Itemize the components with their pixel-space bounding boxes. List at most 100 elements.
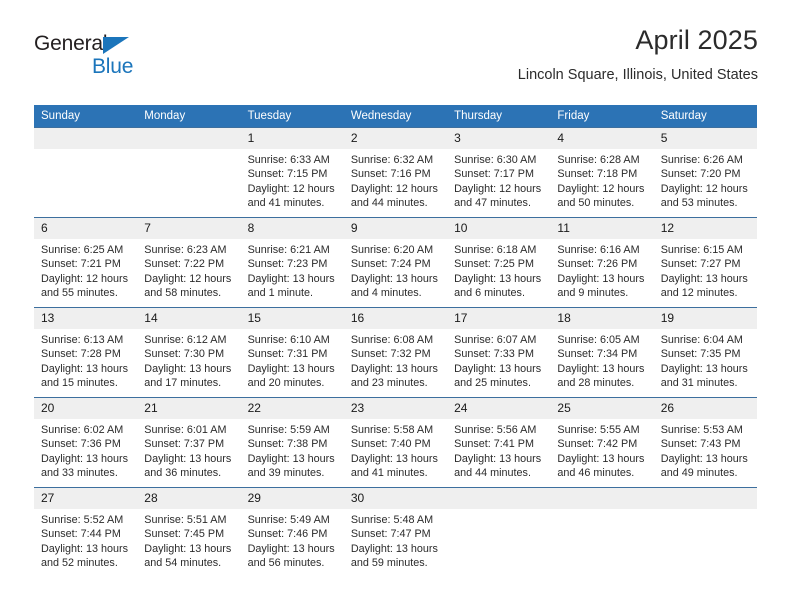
sunrise-text: Sunrise: 6:25 AM [41, 244, 124, 256]
day-details: Sunrise: 6:15 AM Sunset: 7:27 PM Daylight:… [654, 239, 757, 300]
sunrise-text: Sunrise: 5:53 AM [660, 424, 743, 436]
calendar-page: General Blue April 2025 Lincoln Square, … [0, 0, 792, 612]
weekday-header-wednesday: Wednesday [343, 105, 448, 128]
day-cell-inner: 8 Sunrise: 6:21 AM Sunset: 7:23 PM Daylight… [240, 218, 344, 307]
calendar-day-cell[interactable]: 3 Sunrise: 6:30 AM Sunset: 7:17 PM Daylight… [447, 127, 551, 218]
calendar-day-cell[interactable]: 8 Sunrise: 6:21 AM Sunset: 7:23 PM Daylight… [240, 217, 344, 308]
sunrise-text: Sunrise: 5:48 AM [350, 514, 434, 526]
day-cell-inner: 5 Sunrise: 6:26 AM Sunset: 7:20 PM Daylight… [653, 128, 757, 217]
day-cell-inner: 20 Sunrise: 6:02 AM Sunset: 7:36 PM Dayligh… [34, 398, 138, 487]
calendar-day-cell[interactable]: 24 Sunrise: 5:56 AM Sunset: 7:41 PM Dayligh… [447, 397, 551, 488]
day-number [137, 128, 241, 149]
calendar-day-cell[interactable]: 4 Sunrise: 6:28 AM Sunset: 7:18 PM Daylight… [550, 127, 654, 218]
calendar-day-cell[interactable]: 28 Sunrise: 5:51 AM Sunset: 7:45 PM Dayligh… [137, 487, 241, 578]
sunset-text: Sunset: 7:40 PM [350, 438, 431, 451]
sunset-text: Sunset: 7:17 PM [454, 168, 534, 181]
calendar-day-cell[interactable]: 20 Sunrise: 6:02 AM Sunset: 7:36 PM Dayligh… [34, 397, 138, 488]
day-cell-inner: 12 Sunrise: 6:15 AM Sunset: 7:27 PM Dayligh… [653, 218, 757, 307]
day-details: Sunrise: 6:21 AM Sunset: 7:23 PM Daylight:… [241, 239, 344, 300]
calendar-day-cell-empty [653, 487, 757, 578]
day-cell-inner: 22 Sunrise: 5:59 AM Sunset: 7:38 PM Dayligh… [240, 398, 344, 487]
calendar-day-cell[interactable]: 5 Sunrise: 6:26 AM Sunset: 7:20 PM Daylight… [653, 127, 757, 218]
day-details: Sunrise: 6:08 AM Sunset: 7:32 PM Daylight:… [344, 329, 447, 390]
daylight-text: Daylight: 13 hours and 46 minutes. [557, 452, 645, 479]
day-details: Sunrise: 6:05 AM Sunset: 7:34 PM Daylight:… [550, 329, 653, 390]
daylight-text: Daylight: 12 hours and 58 minutes. [144, 272, 232, 299]
day-details: Sunrise: 5:55 AM Sunset: 7:42 PM Daylight:… [550, 419, 653, 480]
calendar-day-cell[interactable]: 27 Sunrise: 5:52 AM Sunset: 7:44 PM Dayligh… [34, 487, 138, 578]
day-number: 6 [34, 218, 138, 239]
day-details: Sunrise: 5:59 AM Sunset: 7:38 PM Daylight:… [241, 419, 344, 480]
day-cell-inner: 1 Sunrise: 6:33 AM Sunset: 7:15 PM Daylight… [240, 128, 344, 217]
sunrise-text: Sunrise: 5:49 AM [247, 514, 330, 526]
daylight-text: Daylight: 13 hours and 31 minutes. [660, 362, 748, 389]
general-blue-logo[interactable]: General Blue [34, 32, 154, 80]
day-number: 9 [343, 218, 448, 239]
day-number: 10 [447, 218, 551, 239]
sunrise-text: Sunrise: 6:02 AM [41, 424, 124, 436]
day-cell-inner: 14 Sunrise: 6:12 AM Sunset: 7:30 PM Dayligh… [137, 308, 241, 397]
sunset-text: Sunset: 7:24 PM [350, 258, 431, 271]
calendar-day-cell[interactable]: 7 Sunrise: 6:23 AM Sunset: 7:22 PM Daylight… [137, 217, 241, 308]
calendar-day-cell[interactable]: 11 Sunrise: 6:16 AM Sunset: 7:26 PM Dayligh… [550, 217, 654, 308]
day-number: 11 [550, 218, 654, 239]
daylight-text: Daylight: 13 hours and 1 minute. [247, 272, 335, 299]
calendar-day-cell[interactable]: 21 Sunrise: 6:01 AM Sunset: 7:37 PM Dayligh… [137, 397, 241, 488]
daylight-text: Daylight: 12 hours and 47 minutes. [454, 182, 542, 209]
triangle-icon [103, 37, 129, 54]
sunrise-text: Sunrise: 6:10 AM [247, 334, 330, 346]
calendar-day-cell[interactable]: 30 Sunrise: 5:48 AM Sunset: 7:47 PM Dayligh… [343, 487, 448, 578]
sunrise-text: Sunrise: 5:59 AM [247, 424, 330, 436]
calendar-day-cell[interactable]: 26 Sunrise: 5:53 AM Sunset: 7:43 PM Dayligh… [653, 397, 757, 488]
calendar-day-cell[interactable]: 25 Sunrise: 5:55 AM Sunset: 7:42 PM Dayligh… [550, 397, 654, 488]
calendar-day-cell[interactable]: 10 Sunrise: 6:18 AM Sunset: 7:25 PM Dayligh… [447, 217, 551, 308]
day-cell-inner: 23 Sunrise: 5:58 AM Sunset: 7:40 PM Dayligh… [343, 398, 448, 487]
calendar-day-cell[interactable]: 18 Sunrise: 6:05 AM Sunset: 7:34 PM Dayligh… [550, 307, 654, 398]
logo-text-blue: Blue [92, 55, 134, 78]
sunrise-text: Sunrise: 6:05 AM [557, 334, 640, 346]
day-cell-inner [137, 128, 241, 217]
daylight-text: Daylight: 12 hours and 41 minutes. [247, 182, 335, 209]
calendar-day-cell[interactable]: 23 Sunrise: 5:58 AM Sunset: 7:40 PM Dayligh… [343, 397, 448, 488]
sunset-text: Sunset: 7:42 PM [557, 438, 638, 451]
calendar-day-cell-empty [447, 487, 551, 578]
day-details: Sunrise: 6:02 AM Sunset: 7:36 PM Daylight:… [34, 419, 137, 480]
calendar-day-cell[interactable]: 13 Sunrise: 6:13 AM Sunset: 7:28 PM Dayligh… [34, 307, 138, 398]
calendar-week-row: 13 Sunrise: 6:13 AM Sunset: 7:28 PM Dayligh… [34, 307, 757, 398]
day-cell-inner: 25 Sunrise: 5:55 AM Sunset: 7:42 PM Dayligh… [550, 398, 654, 487]
day-details: Sunrise: 6:13 AM Sunset: 7:28 PM Daylight:… [34, 329, 137, 390]
weekday-header-friday: Friday [550, 105, 654, 128]
day-details: Sunrise: 6:26 AM Sunset: 7:20 PM Daylight:… [654, 149, 757, 210]
calendar-day-cell[interactable]: 14 Sunrise: 6:12 AM Sunset: 7:30 PM Dayligh… [137, 307, 241, 398]
calendar-day-cell[interactable]: 29 Sunrise: 5:49 AM Sunset: 7:46 PM Dayligh… [240, 487, 344, 578]
calendar-day-cell[interactable]: 9 Sunrise: 6:20 AM Sunset: 7:24 PM Daylight… [343, 217, 448, 308]
day-number: 18 [550, 308, 654, 329]
day-number: 17 [447, 308, 551, 329]
day-details: Sunrise: 5:49 AM Sunset: 7:46 PM Daylight:… [241, 509, 344, 570]
calendar-day-cell[interactable]: 1 Sunrise: 6:33 AM Sunset: 7:15 PM Daylight… [240, 127, 344, 218]
calendar-day-cell[interactable]: 17 Sunrise: 6:07 AM Sunset: 7:33 PM Dayligh… [447, 307, 551, 398]
calendar-day-cell[interactable]: 19 Sunrise: 6:04 AM Sunset: 7:35 PM Dayligh… [653, 307, 757, 398]
calendar-day-cell[interactable]: 22 Sunrise: 5:59 AM Sunset: 7:38 PM Dayligh… [240, 397, 344, 488]
day-cell-inner: 24 Sunrise: 5:56 AM Sunset: 7:41 PM Dayligh… [447, 398, 551, 487]
day-details: Sunrise: 6:07 AM Sunset: 7:33 PM Daylight:… [447, 329, 550, 390]
calendar-day-cell[interactable]: 12 Sunrise: 6:15 AM Sunset: 7:27 PM Dayligh… [653, 217, 757, 308]
day-number: 8 [240, 218, 344, 239]
day-cell-inner: 10 Sunrise: 6:18 AM Sunset: 7:25 PM Dayligh… [447, 218, 551, 307]
calendar-day-cell[interactable]: 15 Sunrise: 6:10 AM Sunset: 7:31 PM Dayligh… [240, 307, 344, 398]
calendar-day-cell[interactable]: 16 Sunrise: 6:08 AM Sunset: 7:32 PM Dayligh… [343, 307, 448, 398]
title-block: April 2025 Lincoln Square, Illinois, Uni… [518, 24, 758, 84]
day-cell-inner: 13 Sunrise: 6:13 AM Sunset: 7:28 PM Dayligh… [34, 308, 138, 397]
sunset-text: Sunset: 7:33 PM [454, 348, 534, 361]
sunset-text: Sunset: 7:45 PM [144, 528, 225, 541]
sunrise-text: Sunrise: 6:30 AM [454, 154, 537, 166]
calendar-day-cell[interactable]: 2 Sunrise: 6:32 AM Sunset: 7:16 PM Daylight… [343, 127, 448, 218]
calendar-day-cell[interactable]: 6 Sunrise: 6:25 AM Sunset: 7:21 PM Daylight… [34, 217, 138, 308]
sunrise-text: Sunrise: 6:33 AM [247, 154, 330, 166]
day-details: Sunrise: 6:20 AM Sunset: 7:24 PM Daylight:… [344, 239, 447, 300]
day-number: 21 [137, 398, 241, 419]
daylight-text: Daylight: 13 hours and 25 minutes. [454, 362, 542, 389]
calendar-week-row: 20 Sunrise: 6:02 AM Sunset: 7:36 PM Dayligh… [34, 397, 757, 488]
sunrise-text: Sunrise: 6:13 AM [41, 334, 124, 346]
daylight-text: Daylight: 13 hours and 6 minutes. [454, 272, 542, 299]
